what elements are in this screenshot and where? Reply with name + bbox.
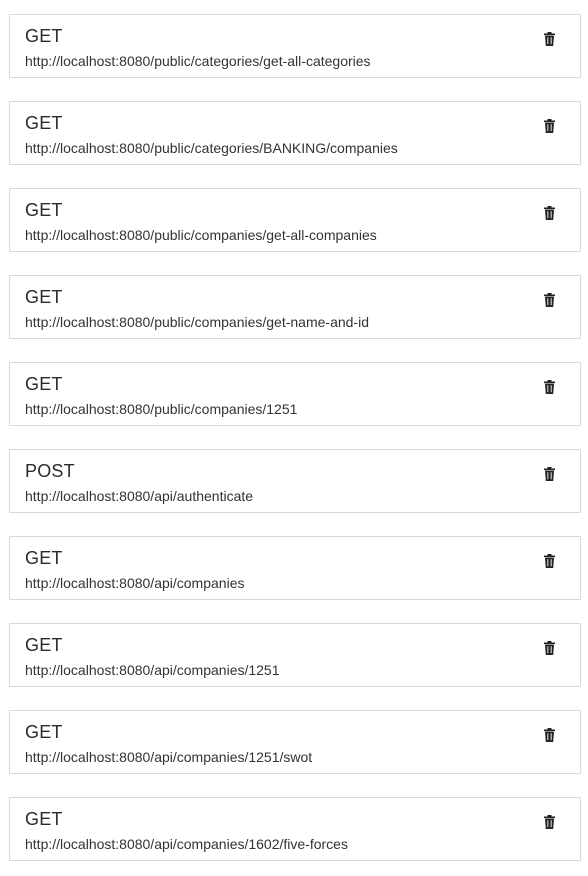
trash-icon (543, 815, 555, 829)
trash-icon (543, 554, 555, 568)
request-card[interactable]: GET http://localhost:8080/api/companies/… (9, 710, 581, 774)
trash-icon (543, 728, 555, 742)
request-card[interactable]: GET http://localhost:8080/public/compani… (9, 275, 581, 339)
delete-request-button[interactable] (538, 376, 560, 398)
request-method: GET (25, 548, 63, 568)
request-card[interactable]: GET http://localhost:8080/api/companies/… (9, 623, 581, 687)
request-method: GET (25, 113, 63, 133)
request-card[interactable]: GET http://localhost:8080/public/compani… (9, 362, 581, 426)
trash-icon (543, 293, 555, 307)
delete-request-button[interactable] (538, 637, 560, 659)
request-url: http://localhost:8080/api/authenticate (25, 488, 254, 504)
request-url: http://localhost:8080/public/categories/… (25, 53, 371, 69)
trash-icon (543, 206, 555, 220)
request-url: http://localhost:8080/api/companies/1251 (25, 662, 280, 678)
delete-request-button[interactable] (538, 289, 560, 311)
request-method: GET (25, 26, 63, 46)
trash-icon (543, 467, 555, 481)
delete-request-button[interactable] (538, 724, 560, 746)
request-card[interactable]: GET http://localhost:8080/public/categor… (9, 101, 581, 165)
delete-request-button[interactable] (538, 115, 560, 137)
trash-icon (543, 641, 555, 655)
request-url: http://localhost:8080/public/companies/1… (25, 401, 298, 417)
request-card[interactable]: GET http://localhost:8080/api/companies/… (9, 797, 581, 861)
request-method: GET (25, 287, 63, 307)
request-url: http://localhost:8080/public/companies/g… (25, 227, 377, 243)
delete-request-button[interactable] (538, 463, 560, 485)
request-card[interactable]: GET http://localhost:8080/public/compani… (9, 188, 581, 252)
request-url: http://localhost:8080/api/companies (25, 575, 245, 591)
request-list: GET http://localhost:8080/public/categor… (0, 0, 588, 876)
delete-request-button[interactable] (538, 202, 560, 224)
request-url: http://localhost:8080/public/categories/… (25, 140, 398, 156)
request-method: POST (25, 461, 75, 481)
delete-request-button[interactable] (538, 28, 560, 50)
request-method: GET (25, 809, 63, 829)
request-card[interactable]: POST http://localhost:8080/api/authentic… (9, 449, 581, 513)
trash-icon (543, 119, 555, 133)
request-method: GET (25, 200, 63, 220)
request-method: GET (25, 635, 63, 655)
delete-request-button[interactable] (538, 811, 560, 833)
request-url: http://localhost:8080/public/companies/g… (25, 314, 369, 330)
request-card[interactable]: GET http://localhost:8080/public/categor… (9, 14, 581, 78)
request-url: http://localhost:8080/api/companies/1251… (25, 749, 313, 765)
request-url: http://localhost:8080/api/companies/1602… (25, 836, 348, 852)
request-method: GET (25, 722, 63, 742)
request-method: GET (25, 374, 63, 394)
trash-icon (543, 32, 555, 46)
trash-icon (543, 380, 555, 394)
delete-request-button[interactable] (538, 550, 560, 572)
request-card[interactable]: GET http://localhost:8080/api/companies (9, 536, 581, 600)
